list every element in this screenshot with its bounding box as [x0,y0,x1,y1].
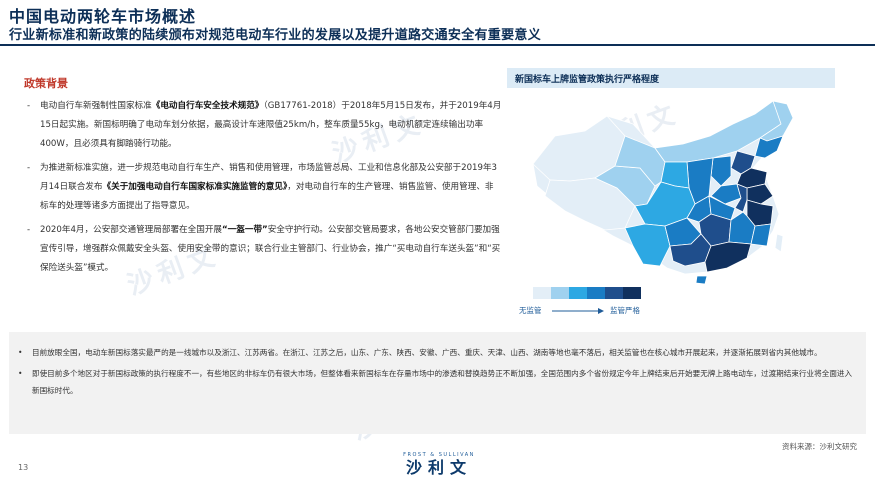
header-divider [0,44,875,46]
policy-list: - 电动自行车新强制性国家标准《电动自行车安全技术规范》（GB17761-201… [24,97,502,283]
china-map [532,100,794,285]
policy-text: 2020年4月，公安部交通管理局部署在全国开展 [40,225,223,235]
map-region-taiwan [774,233,784,253]
policy-text-bold: 《电动自行车安全技术规范》 [151,101,264,111]
note-item: • 目前放眼全国，电动车新国标落实最严的是一线城市以及浙江、江苏两省。在浙江、江… [18,344,858,361]
policy-item: - 为推进新标准实施，进一步规范电动自行车生产、销售和使用管理，市场监管总局、工… [24,159,502,216]
legend-swatch [533,287,551,299]
logo-chinese: 沙利文 [405,458,472,477]
bullet-dot: • [18,348,23,357]
bullet-dash: - [27,101,31,111]
frost-sullivan-logo: FROST & SULLIVAN 沙利文 [384,452,494,482]
bullet-dash: - [27,163,31,173]
legend-swatch [587,287,605,299]
notes-list: • 目前放眼全国，电动车新国标落实最严的是一线城市以及浙江、江苏两省。在浙江、江… [18,344,858,403]
map-title: 新国标车上牌监管政策执行严格程度 [515,75,660,85]
legend-swatch [551,287,569,299]
legend-arrow-icon [552,308,604,314]
policy-item: - 电动自行车新强制性国家标准《电动自行车安全技术规范》（GB17761-201… [24,97,502,154]
bullet-dash: - [27,225,31,235]
legend-swatch [569,287,587,299]
legend-swatch [623,287,641,299]
bullet-dot: • [18,369,23,378]
note-text: 目前放眼全国，电动车新国标落实最严的是一线城市以及浙江、江苏两省。在浙江、江苏之… [32,348,822,357]
note-item: • 即使目前多个地区对于新国标政策的执行程度不一，有些地区的非标车仍有很大市场，… [18,365,858,399]
source-note: 资料来源：沙利文研究 [782,442,857,451]
page-subtitle: 行业新标准和新政策的陆续颁布对规范电动车行业的发展以及提升道路交通安全有重要意义 [9,28,542,43]
legend-low-label: 无监管 [519,306,542,315]
map-region-hainan [695,275,708,285]
map-title-bar: 新国标车上牌监管政策执行严格程度 [507,68,835,88]
policy-item: - 2020年4月，公安部交通管理局部署在全国开展“一盔一带”安全守护行动。公安… [24,221,502,278]
legend-swatch [605,287,623,299]
note-text: 即使目前多个地区对于新国标政策的执行程度不一，有些地区的非标车仍有很大市场，但整… [32,369,853,395]
page-number: 13 [18,463,29,472]
policy-text-bold: “一盔一带” [222,225,268,235]
policy-section-title: 政策背景 [24,77,68,90]
policy-text: 电动自行车新强制性国家标准 [40,101,152,111]
map-region-guangdong [704,241,752,273]
legend-high-label: 监管严格 [610,306,640,315]
map-legend [533,287,641,299]
policy-text-bold: 《关于加强电动自行车国家标准实施监管的意见》 [102,182,288,192]
